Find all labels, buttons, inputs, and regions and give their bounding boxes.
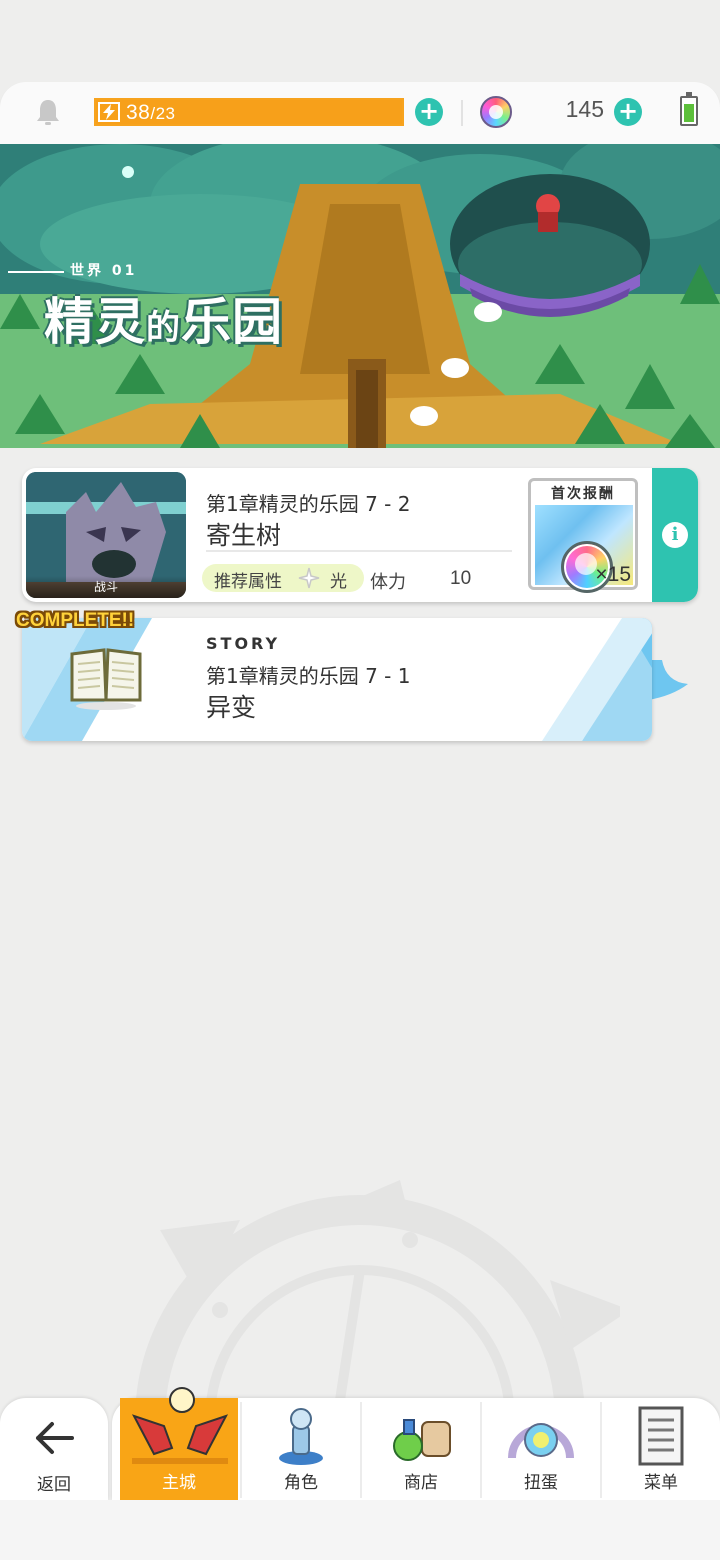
world-title-part2: 的 bbox=[146, 308, 181, 348]
quest-thumbnail: 战斗 bbox=[26, 472, 186, 598]
battery-icon bbox=[680, 92, 698, 126]
stamina-value: 38/23 bbox=[126, 101, 176, 124]
nav-characters-label: 角色 bbox=[284, 1473, 318, 1493]
compass-watermark bbox=[135, 1180, 620, 1400]
recommended-attribute: 推荐属性 光 bbox=[202, 564, 364, 592]
first-clear-reward: 首次报酬 ×15 bbox=[528, 478, 638, 593]
nav-tab-characters[interactable]: 角色 bbox=[242, 1398, 360, 1500]
quest-info-button[interactable]: i bbox=[652, 468, 698, 602]
book-icon bbox=[70, 648, 142, 710]
gacha-icon bbox=[508, 1423, 574, 1459]
system-gesture-area bbox=[0, 1500, 720, 1560]
story-title: 异变 bbox=[206, 693, 257, 722]
stamina-cost-label: 体力 bbox=[370, 572, 406, 593]
world-title-part3: 乐园 bbox=[181, 293, 283, 351]
stamina-cost-value: 10 bbox=[450, 568, 472, 589]
quest-card-7-2[interactable]: 战斗 第1章精灵的乐园 7 - 2 寄生树 推荐属性 光 体力 10 首次报酬 … bbox=[22, 468, 698, 602]
menu-list-icon bbox=[638, 1406, 684, 1466]
nav-tab-shop[interactable]: 商店 bbox=[362, 1398, 480, 1500]
nav-tab-menu[interactable]: 菜单 bbox=[602, 1398, 720, 1500]
bolt-icon bbox=[98, 102, 120, 122]
reward-title: 首次报酬 bbox=[551, 486, 615, 502]
bell-icon[interactable] bbox=[32, 96, 64, 128]
character-icon bbox=[279, 1408, 323, 1465]
story-chapter: 第1章精灵的乐园 7 - 1 bbox=[206, 664, 411, 688]
speech-tail bbox=[648, 660, 688, 700]
stamina-max: 23 bbox=[155, 104, 176, 123]
sparkle-icon bbox=[298, 567, 320, 589]
quest-title: 寄生树 bbox=[206, 521, 282, 550]
complete-badge: COMPLETE!! bbox=[16, 610, 135, 631]
world-label: 世界 01 bbox=[70, 263, 138, 279]
story-card-7-1[interactable]: STORY 第1章精灵的乐园 7 - 1 异变 bbox=[22, 618, 652, 741]
reward-count: ×15 bbox=[595, 563, 631, 586]
world-title: 精灵的乐园 bbox=[44, 282, 283, 354]
nav-home-label: 主城 bbox=[162, 1473, 196, 1493]
world-title-part1: 精灵 bbox=[44, 293, 146, 351]
stamina-bar: 38/23 bbox=[94, 98, 404, 126]
nav-gacha-label: 扭蛋 bbox=[524, 1473, 558, 1493]
battle-label: 战斗 bbox=[26, 576, 186, 598]
nav-back-label: 返回 bbox=[37, 1475, 71, 1495]
add-stamina-button[interactable]: + bbox=[415, 98, 443, 126]
stamina-current: 38 bbox=[126, 101, 151, 124]
attribute-value: 光 bbox=[330, 572, 347, 592]
nav-tab-home[interactable]: 主城 bbox=[120, 1387, 238, 1500]
info-icon: i bbox=[662, 522, 688, 548]
rainbow-gem-icon bbox=[480, 96, 512, 128]
nav-tabs: 主城 角色 商店 扭蛋 菜单 bbox=[112, 1387, 720, 1500]
add-gem-button[interactable]: + bbox=[614, 98, 642, 126]
home-city-icon bbox=[131, 1387, 229, 1464]
world-label-line bbox=[8, 271, 64, 273]
world-banner: 世界 01 精灵的乐园 bbox=[0, 144, 720, 448]
shop-icon bbox=[393, 1419, 451, 1461]
quest-chapter: 第1章精灵的乐园 7 - 2 bbox=[206, 492, 411, 516]
nav-tab-gacha[interactable]: 扭蛋 bbox=[482, 1398, 600, 1500]
nav-shop-label: 商店 bbox=[404, 1473, 438, 1493]
nav-menu-label: 菜单 bbox=[644, 1473, 678, 1493]
quest-divider bbox=[206, 550, 512, 552]
gem-count: 145 bbox=[565, 96, 604, 122]
header-divider bbox=[461, 100, 463, 126]
attribute-label: 推荐属性 bbox=[214, 572, 282, 592]
back-arrow-icon bbox=[36, 1422, 74, 1454]
nav-back-button[interactable]: 返回 bbox=[0, 1398, 108, 1500]
status-bar: 38/23 + bbox=[0, 82, 720, 144]
bottom-navigation: 返回 主城 角色 商店 扭蛋 菜单 bbox=[0, 1387, 720, 1500]
story-tag: STORY bbox=[206, 634, 281, 653]
